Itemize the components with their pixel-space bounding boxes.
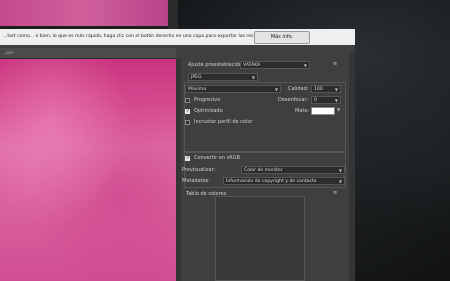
chevron-down-icon: ▼	[338, 168, 342, 173]
quality-field[interactable]: 100 ▼	[311, 85, 341, 93]
quality-value: 100	[314, 87, 323, 92]
monitor-screen	[0, 0, 168, 26]
quality-label: Calidad:	[288, 86, 309, 92]
format-select[interactable]: JPEG ▼	[188, 73, 258, 81]
metadata-select[interactable]: Información de copyright y de contacto ▼	[223, 177, 345, 185]
info-bar: ...tart como... o bien, lo que es más rá…	[0, 29, 355, 45]
blur-label: Desenfocar:	[278, 97, 309, 103]
optimized-label: Optimizado	[194, 108, 223, 114]
chevron-down-icon: ▼	[303, 63, 307, 68]
settings-panel: Ajuste preestablecido: VATAKA ▼ ≡ JPEG ▼…	[181, 45, 355, 281]
panel-menu-icon[interactable]: ≡	[333, 190, 337, 196]
blur-field[interactable]: 0 ▼	[311, 96, 341, 104]
preset-value: VATAKA	[243, 63, 261, 68]
chevron-down-icon: ▼	[338, 179, 342, 184]
optimized-checkbox[interactable]	[185, 108, 190, 114]
chevron-down-icon[interactable]: ▼	[337, 107, 340, 112]
settings-scrollbar[interactable]	[349, 52, 355, 281]
color-table[interactable]	[215, 196, 305, 281]
preview-image[interactable]	[0, 59, 177, 281]
embed-profile-label: Incrustar perfil de color	[194, 119, 253, 125]
more-info-button[interactable]: Más info.	[254, 31, 310, 44]
matte-label: Mate:	[295, 108, 310, 114]
preview-value: Color de monitor	[244, 168, 283, 173]
convert-srgb-label: Convertir en sRGB	[194, 155, 241, 161]
preview-tab[interactable]: ...pos	[0, 48, 176, 59]
convert-srgb-checkbox[interactable]	[185, 155, 190, 161]
chevron-down-icon: ▼	[251, 75, 255, 80]
preset-select[interactable]: VATAKA ▼	[240, 61, 310, 69]
preview-select[interactable]: Color de monitor ▼	[241, 166, 345, 174]
chevron-down-icon: ▼	[274, 87, 278, 92]
info-message: ...tart como... o bien, lo que es más rá…	[3, 34, 266, 39]
metadata-label: Metadatos:	[182, 178, 210, 184]
format-value: JPEG	[191, 75, 202, 80]
quality-level-select[interactable]: Máxima ▼	[185, 85, 281, 93]
preset-label: Ajuste preestablecido:	[188, 62, 244, 68]
quality-level-value: Máxima	[188, 87, 207, 92]
blur-value: 0	[314, 98, 317, 103]
embed-profile-checkbox[interactable]	[185, 120, 190, 125]
progressive-label: Progresivo	[194, 97, 221, 103]
chevron-down-icon: ▼	[334, 87, 338, 92]
monitor-frame	[0, 0, 178, 32]
chevron-down-icon: ▼	[334, 98, 338, 103]
monitor-bezel	[168, 0, 178, 30]
metadata-value: Información de copyright y de contacto	[226, 179, 317, 184]
preview-label: Previsualizar:	[182, 167, 216, 173]
progressive-checkbox[interactable]	[185, 98, 190, 103]
matte-color-swatch[interactable]	[311, 107, 335, 115]
preview-tab-label: ...pos	[2, 50, 14, 55]
panel-menu-icon[interactable]: ≡	[333, 61, 337, 67]
